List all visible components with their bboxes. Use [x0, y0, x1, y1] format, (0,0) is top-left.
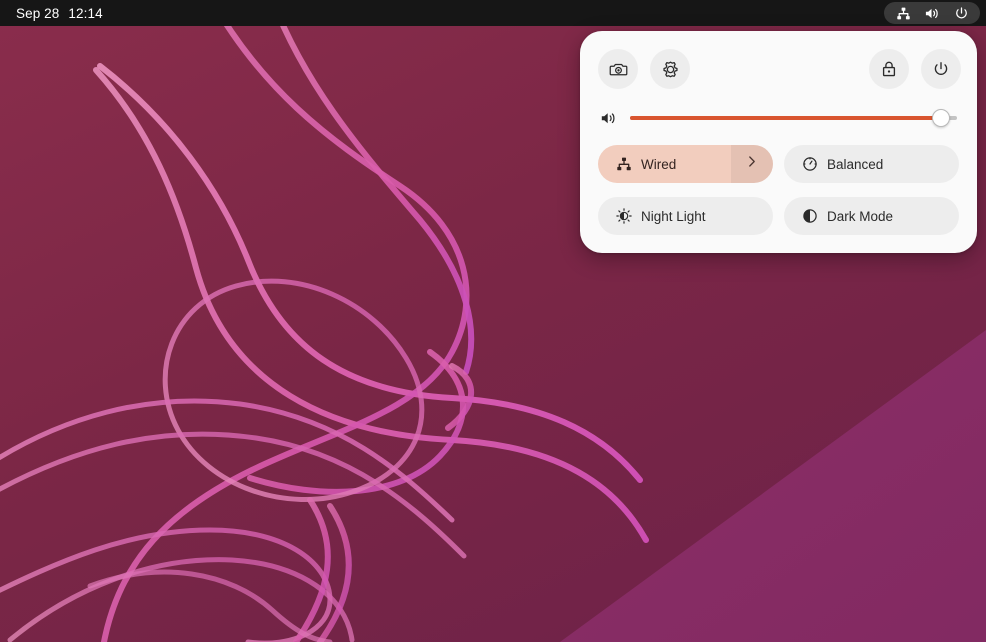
clock-date: Sep 28	[16, 5, 60, 21]
chevron-right-icon	[746, 154, 758, 174]
top-bar: Sep 28 12:14	[0, 0, 986, 26]
tile-wired[interactable]: Wired	[598, 145, 773, 183]
power-icon[interactable]	[948, 2, 974, 24]
network-wired-icon[interactable]	[890, 2, 916, 24]
power-icon	[932, 60, 950, 78]
tile-label: Dark Mode	[827, 208, 894, 224]
lock-button[interactable]	[869, 49, 909, 89]
tile-wired-expand-button[interactable]	[731, 145, 773, 183]
speaker-icon[interactable]	[598, 107, 620, 129]
settings-button[interactable]	[650, 49, 690, 89]
speedometer-icon	[801, 156, 818, 173]
quick-settings-header	[598, 49, 961, 95]
screenshot-button[interactable]	[598, 49, 638, 89]
clock-time: 12:14	[68, 5, 103, 21]
volume-slider-fill	[630, 116, 941, 120]
half-circle-icon	[801, 208, 818, 225]
power-button[interactable]	[921, 49, 961, 89]
volume-slider-handle[interactable]	[931, 109, 950, 127]
gear-icon	[661, 60, 680, 79]
desktop-screen: Sep 28 12:14 Wired Balanced Night Light …	[0, 0, 986, 642]
tile-night-light[interactable]: Night Light	[598, 197, 773, 235]
network-wired-icon	[615, 156, 632, 173]
quick-settings-tiles: Wired Balanced Night Light Dark Mode	[598, 145, 959, 235]
tile-label: Wired	[641, 156, 677, 172]
quick-settings-panel: Wired Balanced Night Light Dark Mode	[580, 31, 977, 253]
camera-icon	[609, 60, 628, 79]
volume-icon[interactable]	[919, 2, 945, 24]
volume-row	[598, 101, 959, 135]
volume-slider[interactable]	[630, 109, 957, 127]
tile-dark-mode[interactable]: Dark Mode	[784, 197, 959, 235]
system-indicators-button[interactable]	[884, 2, 980, 24]
tile-label: Night Light	[641, 208, 706, 224]
clock-menu-button[interactable]: Sep 28 12:14	[0, 0, 103, 26]
tile-balanced[interactable]: Balanced	[784, 145, 959, 183]
sun-icon	[615, 208, 632, 225]
lock-icon	[880, 60, 898, 78]
tile-label: Balanced	[827, 156, 884, 172]
